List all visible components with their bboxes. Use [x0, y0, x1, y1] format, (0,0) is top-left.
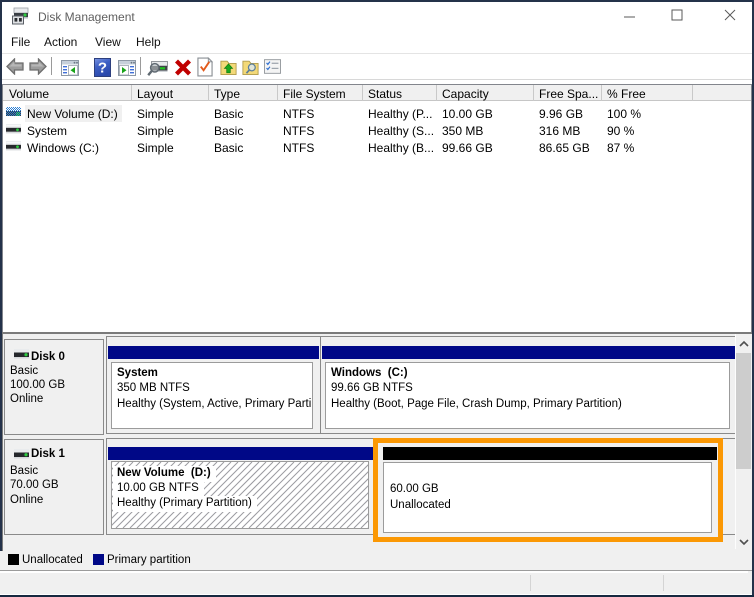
- svg-text:?: ?: [98, 60, 107, 77]
